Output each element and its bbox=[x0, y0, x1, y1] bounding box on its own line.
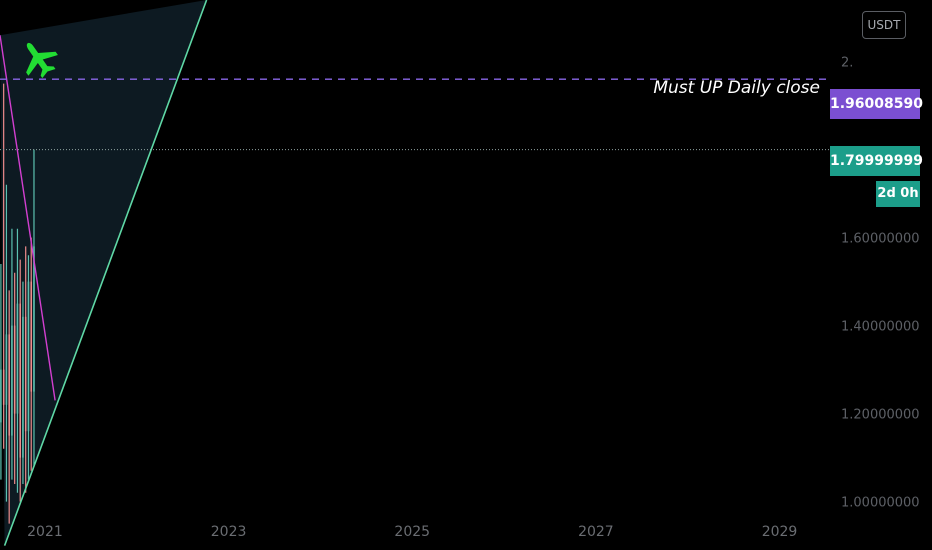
y-tick-label: 2. bbox=[841, 56, 853, 71]
candle-body bbox=[11, 325, 13, 436]
candle-body bbox=[27, 281, 30, 432]
candle-body bbox=[0, 369, 2, 423]
candle-body bbox=[19, 303, 22, 458]
candle-body bbox=[16, 303, 19, 414]
x-tick-label: 2027 bbox=[578, 524, 614, 540]
y-tick-label: 1.40000000 bbox=[841, 320, 920, 335]
resistance-price-tag: 1.96008590 bbox=[830, 89, 923, 119]
candle-countdown-tag: 2d 0h bbox=[876, 181, 920, 207]
y-tick-label: 1.20000000 bbox=[841, 408, 920, 423]
x-tick-label: 2023 bbox=[211, 524, 247, 540]
candle-body bbox=[2, 369, 5, 405]
x-tick-label: 2021 bbox=[27, 524, 63, 540]
candle-body bbox=[22, 316, 24, 458]
currency-chip[interactable]: USDT bbox=[862, 11, 906, 39]
y-tick-label: 1.00000000 bbox=[841, 496, 920, 511]
x-tick-label: 2029 bbox=[762, 524, 798, 540]
candle-body bbox=[24, 316, 27, 432]
annotation-text: Must UP Daily close bbox=[653, 78, 820, 98]
candle-body bbox=[8, 334, 10, 436]
x-tick-label: 2025 bbox=[394, 524, 430, 540]
y-tick-label: 1.60000000 bbox=[841, 232, 920, 247]
current-price-tag: 1.79999999 bbox=[830, 146, 923, 176]
candle-body bbox=[30, 281, 33, 392]
candle-body bbox=[13, 325, 16, 414]
candle-body bbox=[5, 334, 8, 405]
